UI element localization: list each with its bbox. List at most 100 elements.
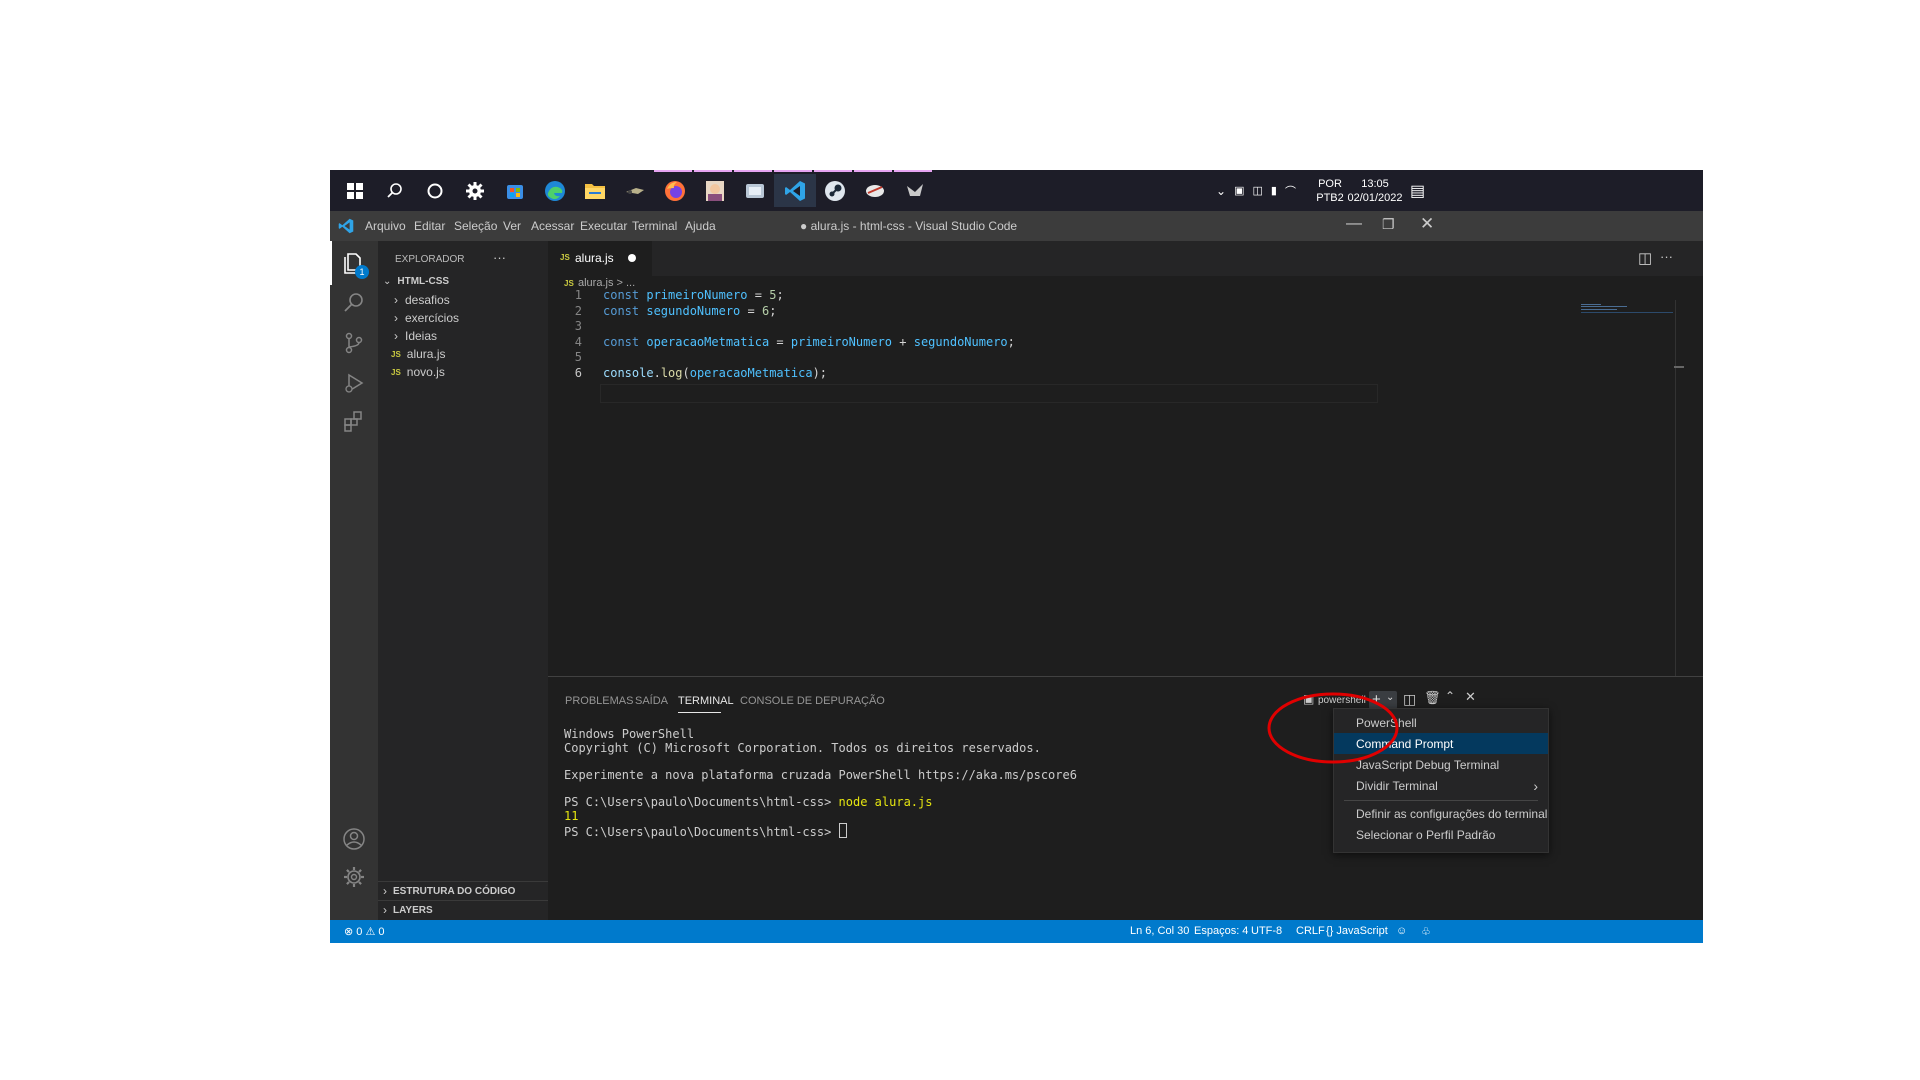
menu-item-split-terminal[interactable]: Dividir Terminal ›	[1334, 775, 1548, 796]
line-number: 4	[574, 335, 582, 349]
terminal-prompt-line[interactable]: PS C:\Users\paulo\Documents\html-css>	[564, 823, 847, 839]
terminal-line: Experimente a nova plataforma cruzada Po…	[564, 768, 1077, 782]
feedback-icon[interactable]: ☺	[1396, 925, 1407, 937]
menu-terminal[interactable]: Terminal	[632, 219, 677, 233]
close-panel-icon[interactable]: ✕	[1465, 689, 1476, 705]
menu-item-default-profile[interactable]: Selecionar o Perfil Padrão	[1334, 824, 1548, 845]
editor-tabs: JS alura.js ◫ ···	[548, 241, 1703, 276]
explorer-badge: 1	[355, 265, 369, 279]
js-file-icon: JS	[560, 253, 570, 262]
menu-item-terminal-settings[interactable]: Definir as configurações do terminal	[1334, 803, 1548, 824]
clock-time: 13:05	[1361, 177, 1389, 190]
tray-app-icon[interactable]: ▣	[1234, 184, 1244, 197]
layers-label: LAYERS	[393, 904, 433, 916]
outline-section[interactable]: › ESTRUTURA DO CÓDIGO	[378, 882, 548, 900]
line-number: 6	[574, 366, 582, 380]
terminal-line: Windows PowerShell	[564, 727, 695, 741]
restore-icon[interactable]: ❐	[1382, 216, 1395, 233]
more-actions-icon[interactable]: ···	[1660, 249, 1673, 264]
language-indicator[interactable]: POR PTB2	[1316, 170, 1344, 211]
error-icon: ⊗	[344, 926, 354, 938]
firefox-icon[interactable]	[654, 174, 696, 207]
menu-ver[interactable]: Ver	[503, 219, 521, 233]
cursor-position[interactable]: Ln 6, Col 30	[1130, 925, 1189, 937]
unsaved-dot-icon[interactable]	[628, 254, 636, 262]
tab-console-depuracao[interactable]: CONSOLE DE DEPURAÇÃO	[740, 695, 885, 707]
line-number: 1	[574, 288, 582, 302]
code-text: const segundoNumero = 6;	[603, 304, 777, 318]
chevron-right-icon: ›	[383, 884, 387, 898]
chevron-up-icon[interactable]: ⌄	[1216, 184, 1226, 198]
explorer-sidebar: EXPLORADOR ··· ⌄ HTML-CSS › desafios › e…	[378, 241, 548, 920]
code-text: const primeiroNumero = 5;	[603, 288, 784, 302]
search-icon[interactable]	[374, 174, 416, 207]
store-icon[interactable]	[494, 174, 536, 207]
wifi-icon[interactable]: ⌒	[1285, 183, 1296, 199]
terminal-prompt: PS C:\Users\paulo\Documents\html-css>	[564, 795, 839, 809]
maximize-panel-icon[interactable]: ⌃	[1445, 689, 1455, 703]
tab-saida[interactable]: SAÍDA	[635, 695, 668, 707]
minimap[interactable]	[1581, 304, 1673, 313]
tab-alura-js[interactable]: JS alura.js	[548, 241, 652, 276]
scrollbar-thumb[interactable]	[1674, 366, 1684, 368]
sidebar-title: EXPLORADOR	[395, 254, 465, 265]
tab-terminal[interactable]: TERMINAL	[678, 695, 734, 707]
app-icon[interactable]	[614, 174, 656, 207]
line-number: 5	[574, 350, 582, 364]
language-mode[interactable]: {} JavaScript	[1326, 925, 1388, 937]
js-file-icon: JS	[564, 279, 574, 288]
outline-label: ESTRUTURA DO CÓDIGO	[393, 885, 516, 897]
warning-icon: ⚠	[365, 926, 376, 938]
edge-icon[interactable]	[534, 174, 576, 207]
menu-separator	[1344, 800, 1538, 801]
settings-icon[interactable]	[454, 174, 496, 207]
terminal-prompt: PS C:\Users\paulo\Documents\html-css>	[564, 825, 839, 839]
active-tab-underline	[678, 712, 721, 713]
app-icon[interactable]	[734, 174, 776, 207]
terminal-output: 11	[564, 809, 579, 823]
more-actions-icon[interactable]: ···	[493, 250, 506, 265]
scrollbar-track[interactable]	[1675, 300, 1676, 676]
running-indicator	[654, 170, 692, 172]
menu-editar[interactable]: Editar	[414, 219, 445, 233]
extensions-icon[interactable]	[330, 399, 378, 443]
layers-section[interactable]: › LAYERS	[378, 901, 548, 919]
minimize-icon[interactable]: —	[1346, 215, 1362, 233]
source-control-icon[interactable]	[330, 321, 378, 365]
menu-executar[interactable]: Executar	[580, 219, 627, 233]
monitor-icon[interactable]: ◫	[1252, 184, 1262, 197]
explorer-icon[interactable]: 1	[330, 241, 378, 285]
trash-icon[interactable]: 🗑	[1424, 690, 1441, 706]
tab-problemas[interactable]: PROBLEMAS	[565, 695, 633, 707]
battery-icon[interactable]: ▮	[1271, 184, 1277, 197]
code-editor[interactable]: JS alura.js > ... 1 const primeiroNumero …	[548, 276, 1703, 676]
steam-icon[interactable]	[814, 174, 856, 207]
clock[interactable]: 13:05 02/01/2022	[1347, 170, 1403, 211]
menu-arquivo[interactable]: Arquivo	[365, 219, 406, 233]
gear-icon[interactable]	[330, 855, 378, 899]
vscode-icon[interactable]	[774, 174, 816, 207]
file-novo-js[interactable]: JS novo.js	[378, 361, 548, 383]
app-icon[interactable]	[894, 174, 936, 207]
problems-status[interactable]: ⊗ 0 ⚠ 0	[344, 925, 385, 938]
title-bar: Arquivo Editar Seleção Ver Acessar Execu…	[330, 211, 1703, 241]
encoding[interactable]: UTF-8	[1251, 925, 1282, 937]
code-text: console.log(operacaoMetmatica);	[603, 366, 828, 380]
file-explorer-icon[interactable]	[574, 174, 616, 207]
app-icon[interactable]	[854, 174, 896, 207]
search-icon[interactable]	[330, 281, 378, 325]
split-editor-icon[interactable]: ◫	[1638, 249, 1652, 267]
app-icon[interactable]	[694, 174, 736, 207]
menu-ajuda[interactable]: Ajuda	[685, 219, 716, 233]
close-icon[interactable]: ✕	[1420, 214, 1434, 234]
chevron-right-icon: ›	[394, 293, 398, 307]
cortana-icon[interactable]	[414, 174, 456, 207]
code-line[interactable]: 6 console.log(operacaoMetmatica);	[548, 366, 1448, 385]
menu-acessar[interactable]: Acessar	[531, 219, 574, 233]
indentation[interactable]: Espaços: 4	[1194, 925, 1248, 937]
menu-selecao[interactable]: Seleção	[454, 219, 497, 233]
notification-icon[interactable]: ▤	[1410, 170, 1430, 211]
line-ending[interactable]: CRLF	[1296, 925, 1325, 937]
windows-start-icon[interactable]	[334, 174, 376, 207]
bell-icon[interactable]: ♧	[1421, 925, 1431, 938]
